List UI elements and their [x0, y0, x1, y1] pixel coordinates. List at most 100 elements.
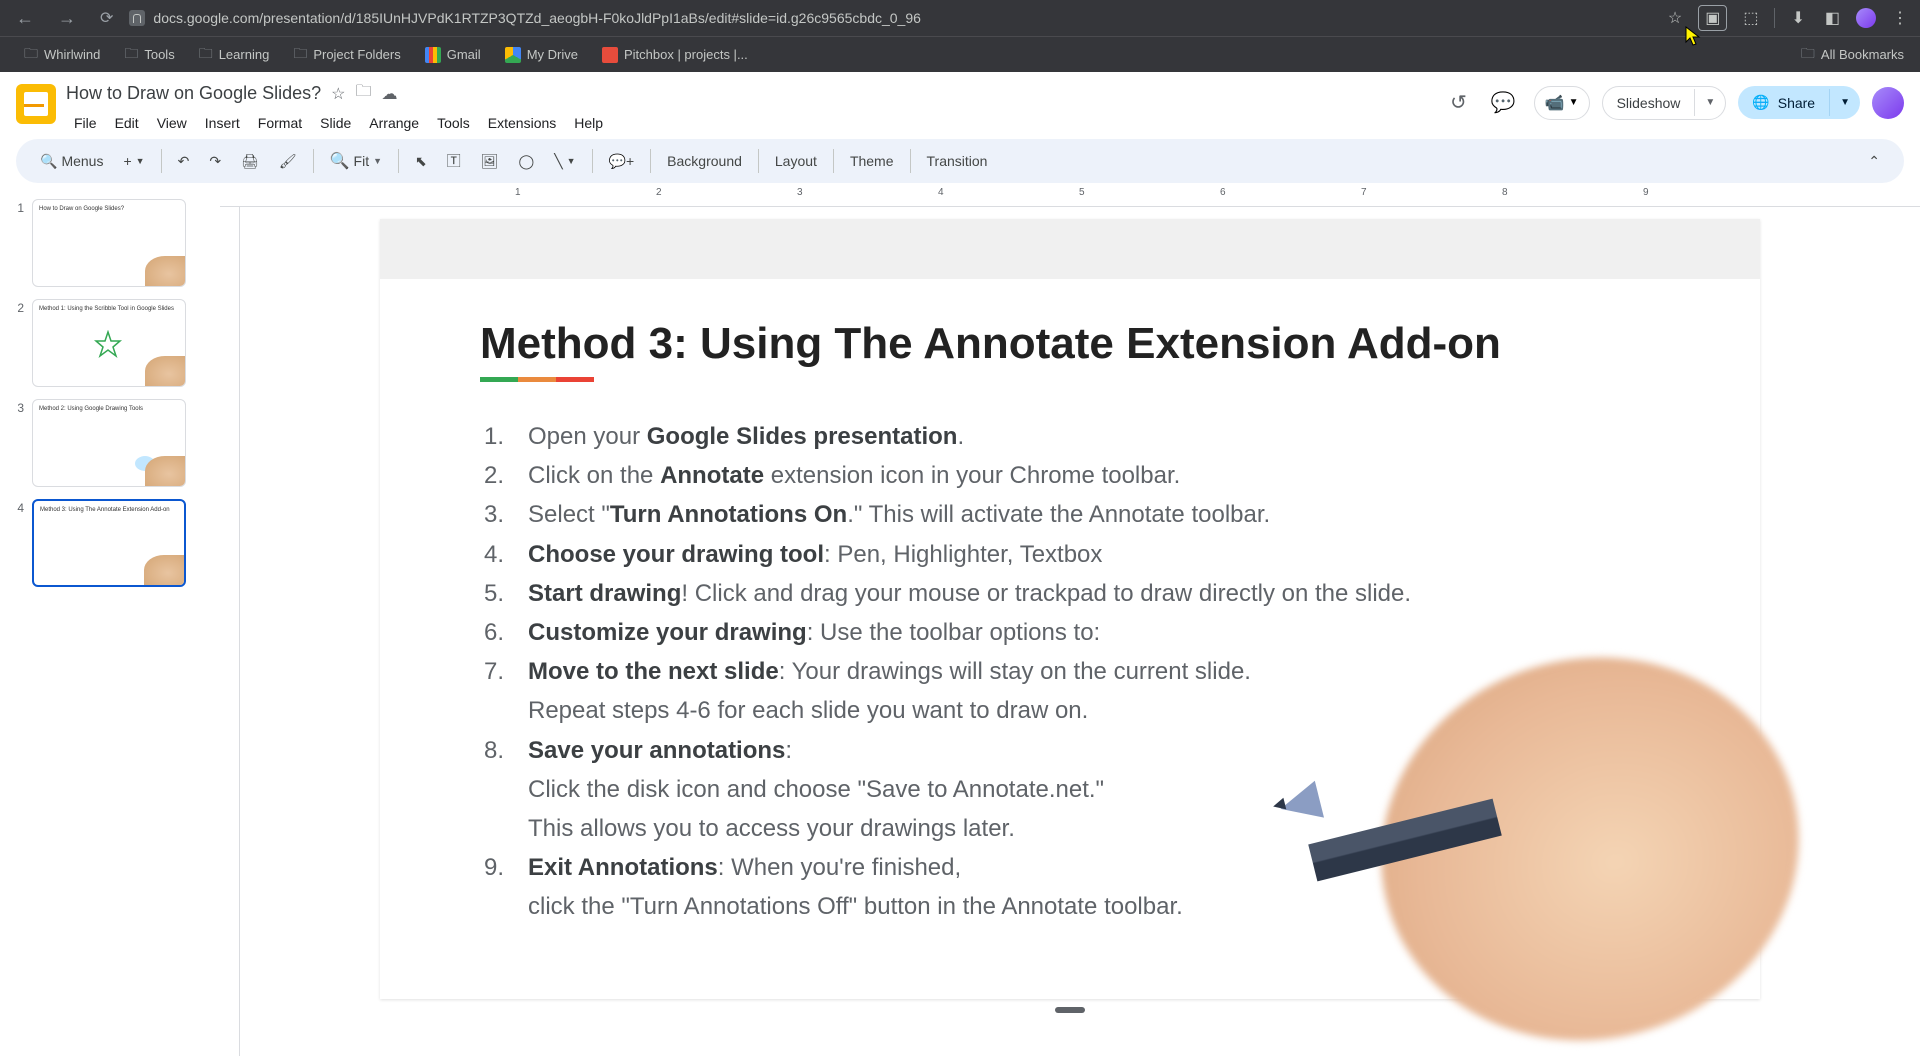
title-underline: [480, 377, 594, 382]
shape-button[interactable]: ◯: [511, 147, 543, 176]
menu-slide[interactable]: Slide: [312, 111, 359, 135]
meet-button[interactable]: 📹 ▼: [1534, 86, 1590, 120]
step-item: 3.Select "Turn Annotations On." This wil…: [480, 496, 1660, 533]
comment-add-button[interactable]: 💬+: [601, 147, 643, 176]
thumb-number: 1: [8, 199, 24, 287]
bookmark-learning[interactable]: 🗀Learning: [191, 39, 278, 71]
slide-thumb-4[interactable]: Method 3: Using The Annotate Extension A…: [32, 499, 186, 587]
folder-icon: 🗀: [24, 43, 38, 67]
reload-button[interactable]: ⟳: [92, 4, 121, 32]
star-scribble: [93, 330, 123, 360]
globe-icon: 🌐: [1752, 94, 1769, 111]
undo-button[interactable]: ↶: [170, 147, 198, 176]
menu-format[interactable]: Format: [250, 111, 310, 135]
bookmark-pitchbox[interactable]: Pitchbox | projects |...: [594, 43, 756, 67]
select-tool-button[interactable]: ⬉: [407, 147, 435, 176]
thumb-number: 4: [8, 499, 24, 587]
horizontal-ruler: 1 2 3 4 5 6 7 8 9: [220, 187, 1920, 207]
folder-icon: 🗀: [1801, 43, 1815, 67]
slideshow-dropdown[interactable]: ▼: [1694, 89, 1725, 116]
browser-toolbar: ← → ⟳ docs.google.com/presentation/d/185…: [0, 0, 1920, 36]
address-bar[interactable]: docs.google.com/presentation/d/185IUnHJV…: [129, 10, 1655, 26]
menu-edit[interactable]: Edit: [107, 111, 147, 135]
collapse-toolbar-button[interactable]: ⌃: [1860, 147, 1888, 176]
textbox-button[interactable]: 🅃: [439, 145, 469, 177]
pitchbox-icon: [602, 47, 618, 63]
vertical-ruler: [220, 207, 240, 1056]
bookmark-tools[interactable]: 🗀Tools: [116, 39, 182, 71]
cloud-saved-icon[interactable]: ☁: [382, 84, 398, 104]
theme-button[interactable]: Theme: [842, 147, 902, 175]
forward-button[interactable]: →: [50, 4, 84, 33]
slide-thumb-2[interactable]: Method 1: Using the Scribble Tool in Goo…: [32, 299, 186, 387]
toolbar: 🔍 Menus + ▼ ↶ ↷ 🖨 🖌 🔍 Fit ▼ ⬉ 🅃 🖼 ◯ ╲ ▼ …: [16, 139, 1904, 183]
menu-view[interactable]: View: [149, 111, 195, 135]
user-avatar[interactable]: [1872, 87, 1904, 119]
step-item: 6.Customize your drawing: Use the toolba…: [480, 614, 1660, 651]
sidepanel-icon[interactable]: ◧: [1821, 4, 1844, 32]
downloads-icon[interactable]: ⬇: [1787, 4, 1808, 32]
image-button[interactable]: 🖼: [473, 147, 507, 176]
menu-help[interactable]: Help: [566, 111, 611, 135]
bookmark-project-folders[interactable]: 🗀Project Folders: [285, 39, 408, 71]
line-button[interactable]: ╲ ▼: [546, 147, 583, 176]
menu-bar: File Edit View Insert Format Slide Arran…: [66, 111, 1434, 135]
folder-icon: 🗀: [293, 43, 307, 67]
thumb-number: 3: [8, 399, 24, 487]
search-menus-button[interactable]: 🔍 Menus: [32, 147, 111, 176]
star-doc-icon[interactable]: ☆: [331, 84, 345, 104]
slide-thumb-3[interactable]: Method 2: Using Google Drawing Tools: [32, 399, 186, 487]
document-title[interactable]: How to Draw on Google Slides?: [66, 83, 321, 104]
star-icon[interactable]: ☆: [1664, 4, 1686, 32]
slideshow-button[interactable]: Slideshow: [1603, 87, 1695, 119]
menu-extensions[interactable]: Extensions: [480, 111, 564, 135]
print-button[interactable]: 🖨: [233, 147, 267, 176]
history-icon[interactable]: ↺: [1444, 84, 1473, 121]
hand-drawing-image: [1320, 659, 1760, 999]
extensions-icon[interactable]: ⬚: [1739, 4, 1762, 32]
menu-insert[interactable]: Insert: [197, 111, 248, 135]
url-text: docs.google.com/presentation/d/185IUnHJV…: [153, 10, 921, 26]
annotate-extension-icon[interactable]: ▣: [1698, 5, 1727, 31]
step-item: 4.Choose your drawing tool: Pen, Highlig…: [480, 536, 1660, 573]
redo-button[interactable]: ↷: [201, 147, 229, 176]
move-doc-icon[interactable]: 🗀: [355, 80, 371, 107]
canvas-area: 1 2 3 4 5 6 7 8 9 Method 3: Using The An…: [220, 187, 1920, 1056]
speaker-notes-handle[interactable]: [1055, 1007, 1085, 1013]
filmstrip: 1 How to Draw on Google Slides? 2 Method…: [0, 187, 220, 1056]
slide-canvas[interactable]: Method 3: Using The Annotate Extension A…: [380, 219, 1760, 999]
site-info-icon[interactable]: [129, 10, 145, 26]
bookmark-gmail[interactable]: Gmail: [417, 43, 489, 67]
share-button-group: 🌐Share ▼: [1738, 86, 1860, 119]
zoom-dropdown[interactable]: 🔍 Fit ▼: [322, 147, 390, 175]
paint-format-button[interactable]: 🖌: [271, 147, 305, 176]
chrome-menu-icon[interactable]: ⋮: [1888, 4, 1912, 32]
step-item: 2.Click on the Annotate extension icon i…: [480, 457, 1660, 494]
thumb-number: 2: [8, 299, 24, 387]
slides-logo[interactable]: [16, 84, 56, 124]
slideshow-button-group: Slideshow ▼: [1602, 86, 1727, 120]
bookmark-my-drive[interactable]: My Drive: [497, 43, 586, 67]
folder-icon: 🗀: [199, 43, 213, 67]
new-slide-button[interactable]: + ▼: [115, 147, 152, 175]
slide-title: Method 3: Using The Annotate Extension A…: [480, 319, 1660, 369]
slide-thumb-1[interactable]: How to Draw on Google Slides?: [32, 199, 186, 287]
profile-chrome-avatar[interactable]: [1856, 8, 1876, 28]
background-button[interactable]: Background: [659, 147, 750, 175]
share-dropdown[interactable]: ▼: [1829, 89, 1860, 116]
menu-tools[interactable]: Tools: [429, 111, 478, 135]
menu-file[interactable]: File: [66, 111, 105, 135]
drive-icon: [505, 47, 521, 63]
step-item: 5.Start drawing! Click and drag your mou…: [480, 575, 1660, 612]
transition-button[interactable]: Transition: [919, 147, 996, 175]
chevron-down-icon: ▼: [373, 156, 382, 166]
share-button[interactable]: 🌐Share: [1738, 86, 1829, 119]
comments-icon[interactable]: 💬: [1485, 84, 1522, 121]
menu-arrange[interactable]: Arrange: [361, 111, 427, 135]
layout-button[interactable]: Layout: [767, 147, 825, 175]
workspace: 1 How to Draw on Google Slides? 2 Method…: [0, 187, 1920, 1056]
folder-icon: 🗀: [124, 43, 138, 67]
all-bookmarks-button[interactable]: 🗀All Bookmarks: [1801, 43, 1904, 67]
back-button[interactable]: ←: [8, 4, 42, 33]
bookmark-whirlwind[interactable]: 🗀Whirlwind: [16, 39, 108, 71]
